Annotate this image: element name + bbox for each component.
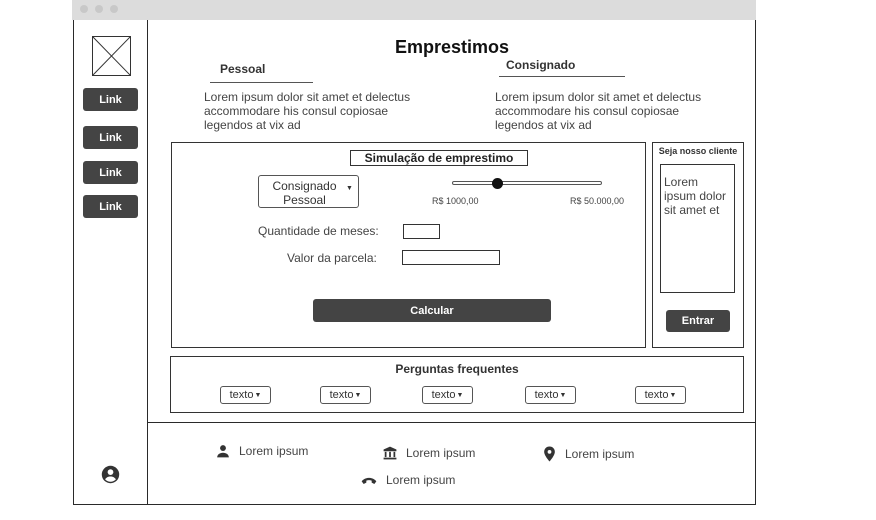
installment-label: Valor da parcela: xyxy=(287,251,377,265)
page-title: Emprestimos xyxy=(394,37,510,57)
faq-dropdown-3[interactable]: texto ▼ xyxy=(422,386,473,404)
location-pin-icon xyxy=(544,446,555,462)
person-icon xyxy=(217,445,229,458)
faq-dropdown-label: texto xyxy=(431,389,456,401)
simulation-title: Simulação de emprestimo xyxy=(350,150,528,166)
image-placeholder-icon xyxy=(92,36,131,76)
faq-dropdown-5[interactable]: texto ▼ xyxy=(635,386,686,404)
chevron-down-icon: ▼ xyxy=(346,185,353,192)
footer-item-text: Lorem ipsum xyxy=(565,447,635,461)
column-text-pessoal: Lorem ipsum dolor sit amet et delectus a… xyxy=(204,90,411,132)
phone-icon xyxy=(361,477,377,484)
column-title-consignado: Consignado xyxy=(499,58,625,77)
faq-dropdown-4[interactable]: texto ▼ xyxy=(525,386,576,404)
column-title-pessoal: Pessoal xyxy=(210,62,313,83)
footer-item-text: Lorem ipsum xyxy=(406,446,476,460)
window-titlebar xyxy=(72,0,756,20)
footer-item-phone: Lorem ipsum xyxy=(361,473,455,487)
enter-button[interactable]: Entrar xyxy=(666,310,730,332)
client-panel-title: Seja nosso cliente xyxy=(658,146,738,156)
chevron-down-icon: ▼ xyxy=(456,391,464,399)
footer-item-person: Lorem ipsum xyxy=(216,444,308,458)
faq-dropdown-2[interactable]: texto ▼ xyxy=(320,386,371,404)
chevron-down-icon: ▼ xyxy=(559,391,567,399)
footer-item-text: Lorem ipsum xyxy=(386,473,456,487)
footer-item-location: Lorem ipsum xyxy=(543,446,634,462)
sidebar-link-2[interactable]: Link xyxy=(83,126,138,149)
window-control-minimize[interactable] xyxy=(95,5,103,13)
faq-title: Perguntas frequentes xyxy=(395,362,519,376)
slider-min-label: R$ 1000,00 xyxy=(432,196,479,206)
window-control-maximize[interactable] xyxy=(110,5,118,13)
calculate-button[interactable]: Calcular xyxy=(313,299,551,322)
sidebar-link-1[interactable]: Link xyxy=(83,88,138,111)
faq-dropdown-label: texto xyxy=(229,389,254,401)
window-control-close[interactable] xyxy=(80,5,88,13)
footer xyxy=(148,422,756,505)
months-input[interactable] xyxy=(403,224,440,239)
client-panel-text: Lorem ipsum dolor sit amet et xyxy=(660,164,735,293)
chevron-down-icon: ▼ xyxy=(354,391,362,399)
faq-dropdown-label: texto xyxy=(534,389,559,401)
faq-dropdown-1[interactable]: texto ▼ xyxy=(220,386,271,404)
sidebar-link-3[interactable]: Link xyxy=(83,161,138,184)
faq-dropdown-label: texto xyxy=(329,389,354,401)
loan-amount-slider[interactable] xyxy=(452,181,602,185)
footer-item-bank: Lorem ipsum xyxy=(383,446,475,460)
column-text-consignado: Lorem ipsum dolor sit amet et delectus a… xyxy=(495,90,702,132)
installment-input[interactable] xyxy=(402,250,500,265)
slider-max-label: R$ 50.000,00 xyxy=(570,196,625,206)
chevron-down-icon: ▼ xyxy=(254,391,262,399)
sidebar-link-4[interactable]: Link xyxy=(83,195,138,218)
account-circle-icon[interactable] xyxy=(101,465,120,484)
chevron-down-icon: ▼ xyxy=(669,391,677,399)
loan-type-select[interactable]: Consignado Pessoal xyxy=(258,175,359,208)
bank-icon xyxy=(383,446,397,460)
slider-handle[interactable] xyxy=(491,178,503,189)
faq-dropdown-label: texto xyxy=(644,389,669,401)
months-label: Quantidade de meses: xyxy=(258,224,379,238)
footer-item-text: Lorem ipsum xyxy=(239,444,309,458)
